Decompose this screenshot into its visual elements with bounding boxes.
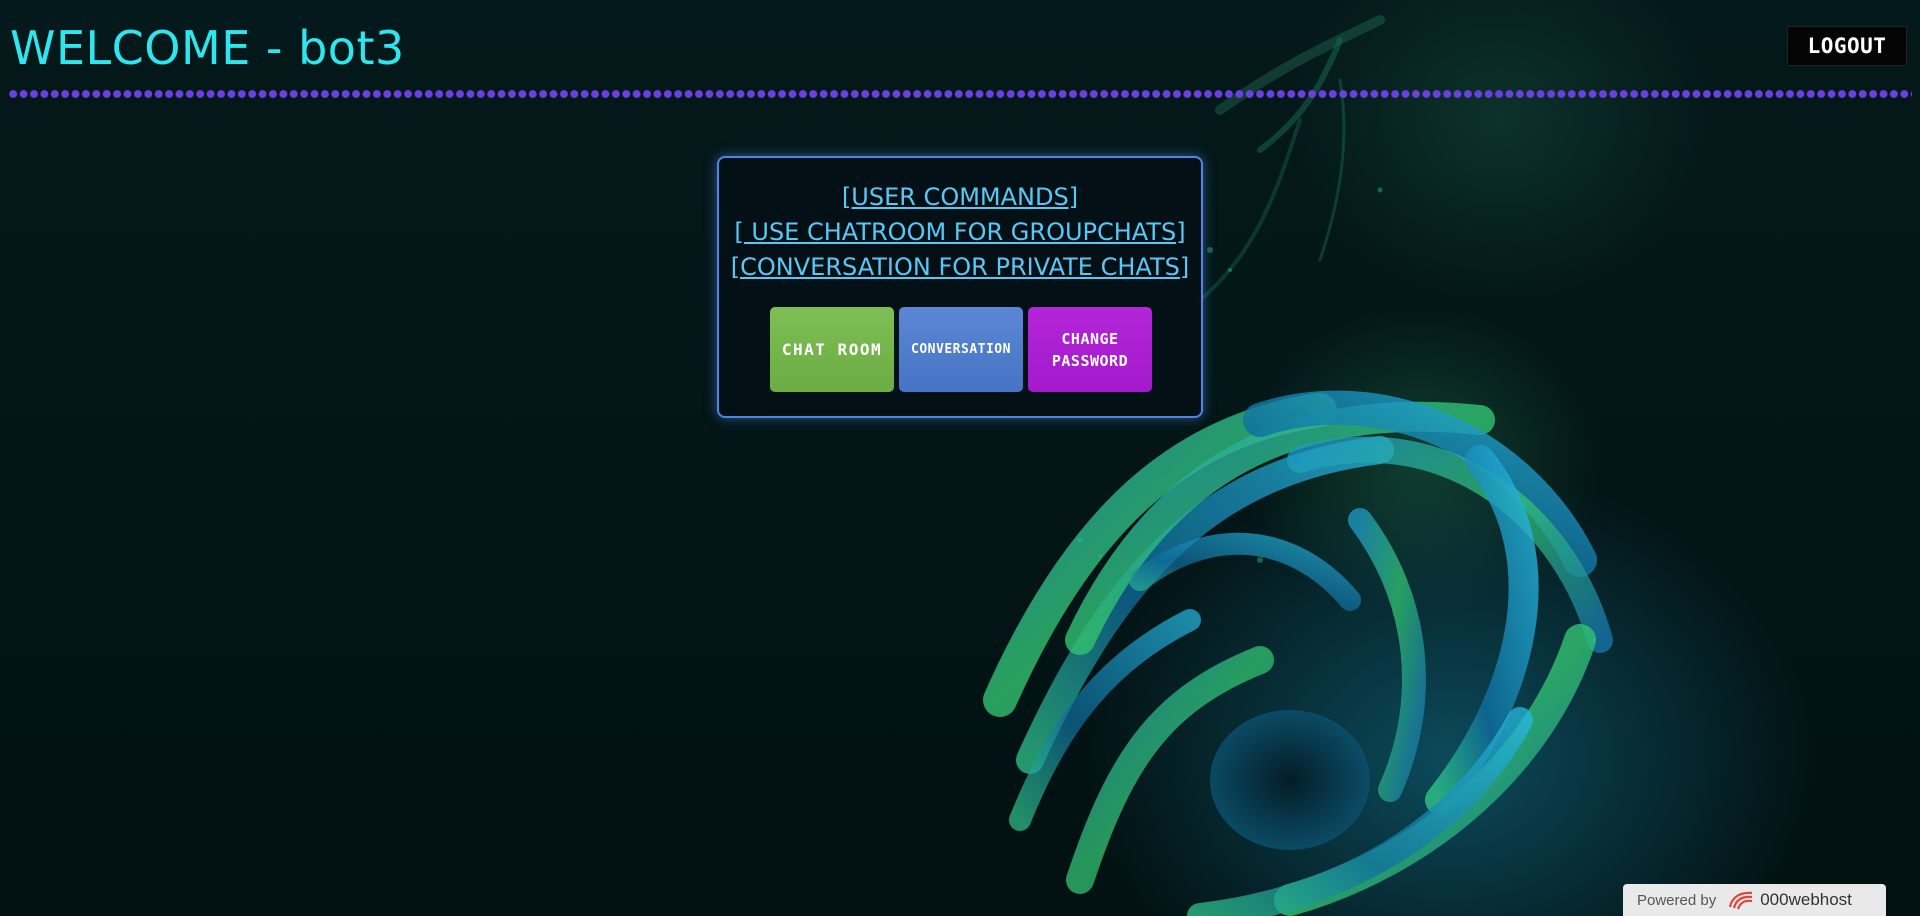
conversation-button[interactable]: CONVERSATION: [899, 307, 1023, 392]
powered-by-label: Powered by: [1637, 891, 1717, 909]
conversation-private-chats-link[interactable]: [CONVERSATION FOR PRIVATE CHATS]: [719, 250, 1201, 285]
powered-by-badge[interactable]: Powered by 000webhost: [1623, 884, 1886, 916]
webhost-logo-icon: [1729, 891, 1753, 910]
main-panel: [USER COMMANDS] [ USE CHATROOM FOR GROUP…: [717, 156, 1203, 418]
command-links: [USER COMMANDS] [ USE CHATROOM FOR GROUP…: [719, 180, 1201, 285]
chatroom-groupchats-link[interactable]: [ USE CHATROOM FOR GROUPCHATS]: [719, 215, 1201, 250]
logout-button[interactable]: LOGOUT: [1787, 26, 1907, 66]
chat-room-button[interactable]: CHAT ROOM: [770, 307, 894, 392]
dotted-divider: [8, 87, 1912, 101]
header-bar: WELCOME - bot3 LOGOUT: [0, 0, 1920, 110]
background-fractal-art: [983, 15, 1613, 916]
welcome-title: WELCOME - bot3: [10, 21, 405, 75]
action-buttons: CHAT ROOM CONVERSATION CHANGE PASSWORD: [770, 307, 1154, 393]
webhost-brand: 000webhost: [1760, 890, 1852, 909]
user-commands-link[interactable]: [USER COMMANDS]: [719, 180, 1201, 215]
change-password-button[interactable]: CHANGE PASSWORD: [1028, 307, 1152, 392]
